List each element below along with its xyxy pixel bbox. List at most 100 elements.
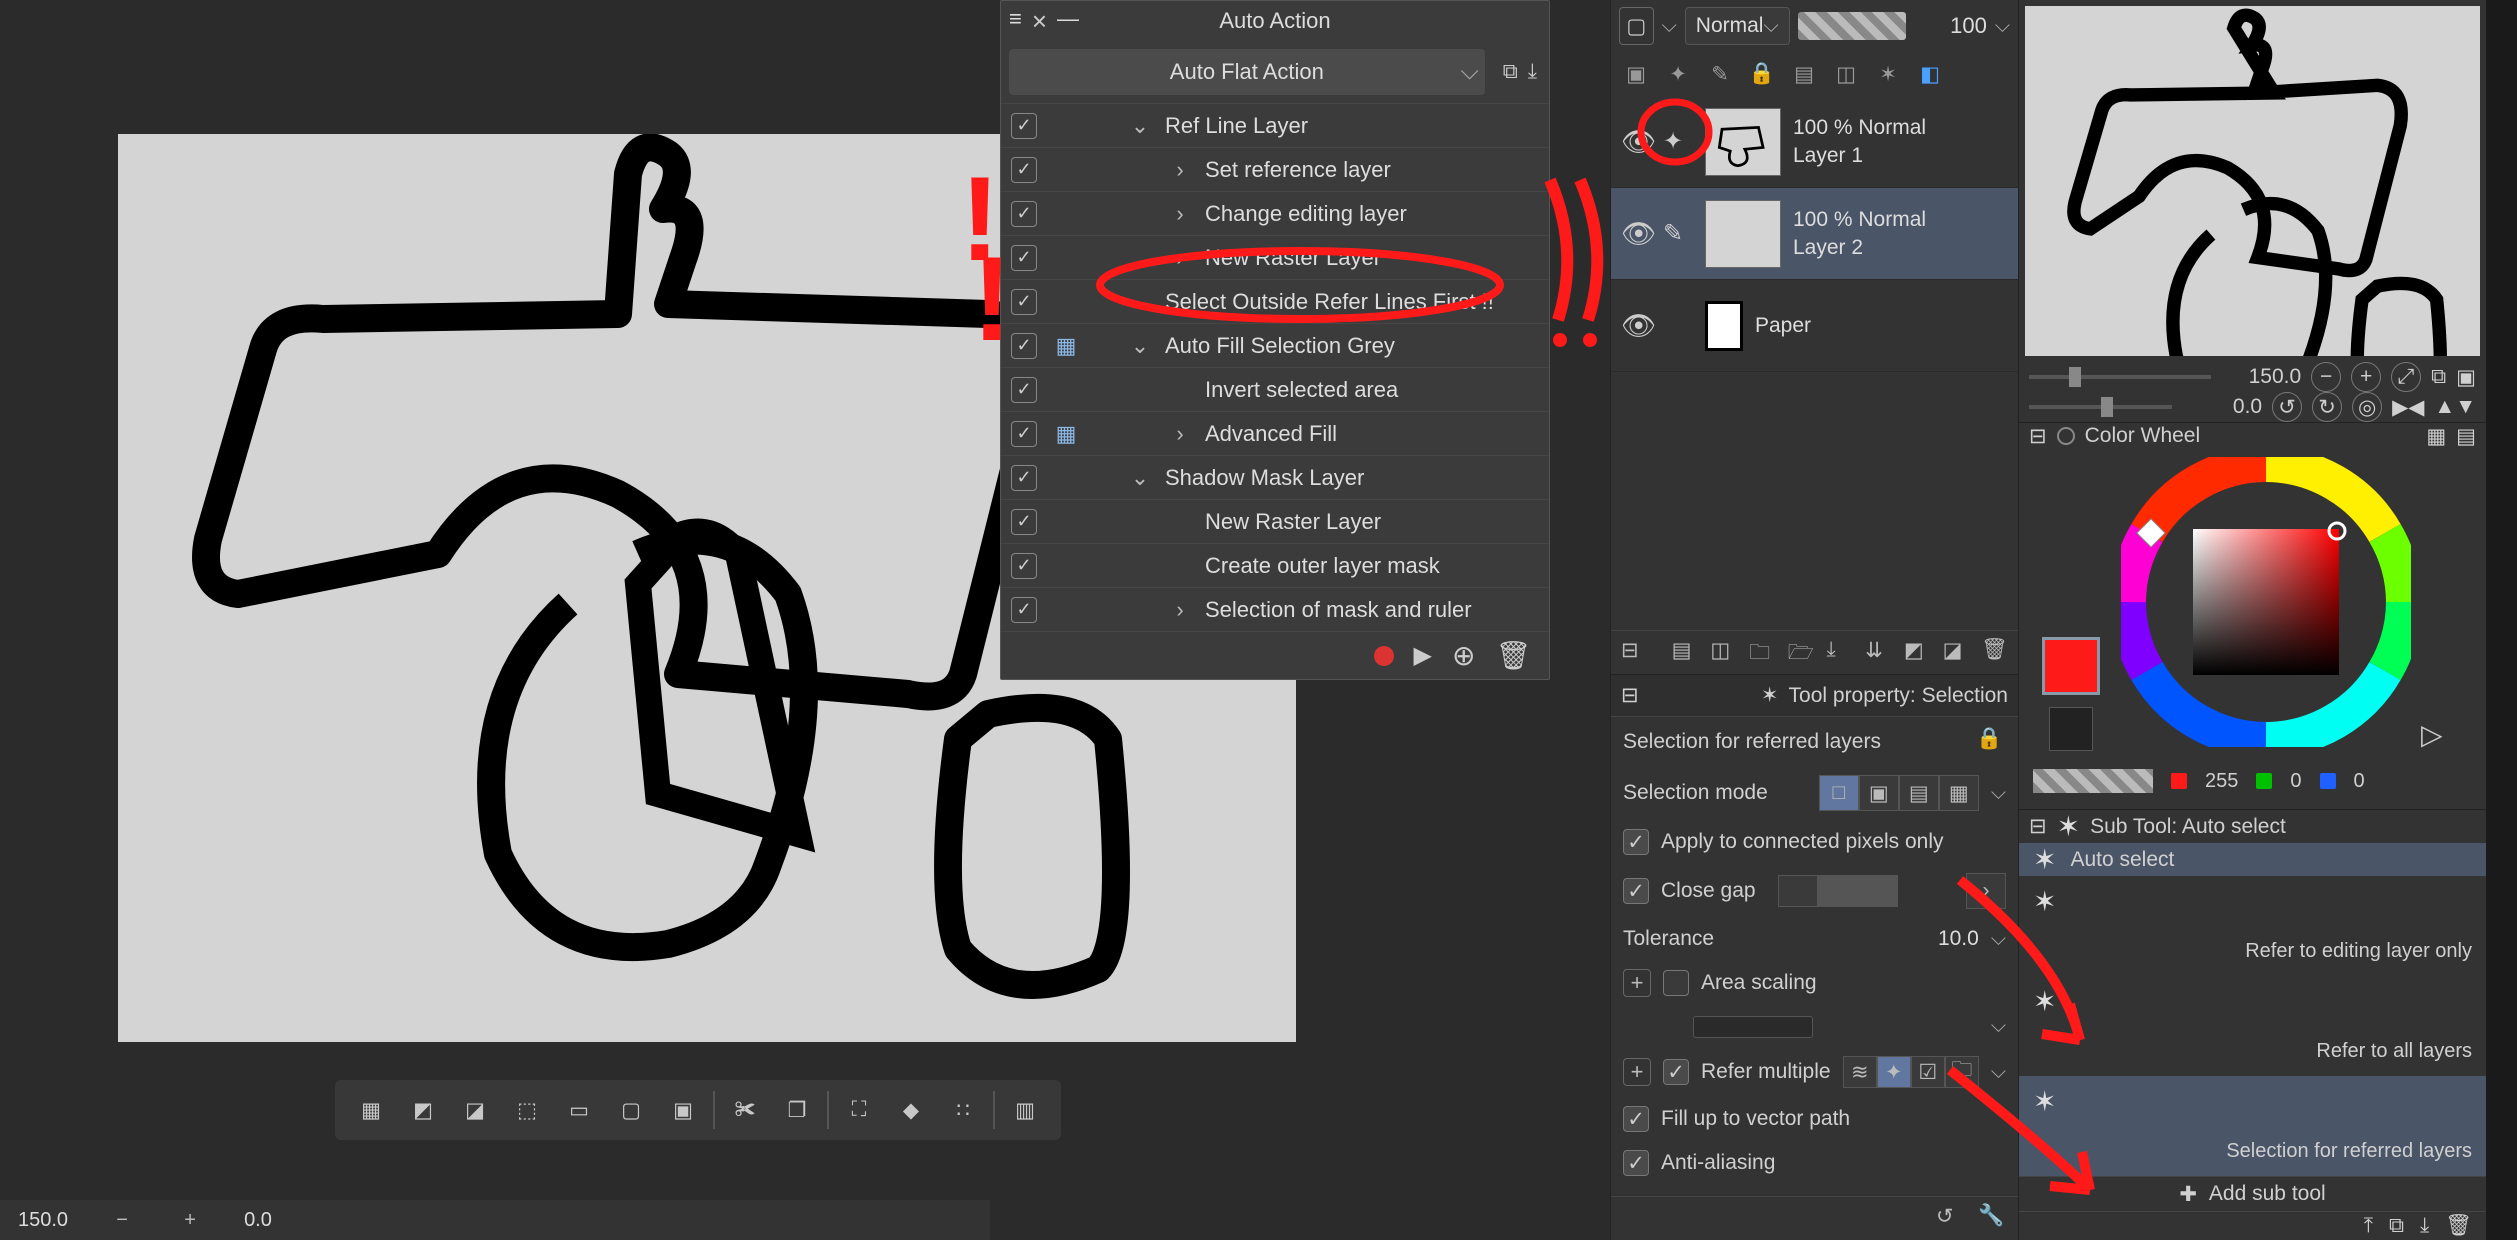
- anti-alias-checkbox[interactable]: ✓: [1623, 1150, 1649, 1176]
- chevron-right-icon[interactable]: ›: [1169, 157, 1191, 183]
- tone-icon[interactable]: ∷: [941, 1088, 985, 1132]
- shrink-selection-icon[interactable]: ▭: [557, 1088, 601, 1132]
- action-checkbox[interactable]: ✓: [1011, 201, 1037, 227]
- auto-action-panel[interactable]: ≡ × — Auto Action Auto Flat Action ⌵ ⧉ ⤓…: [1000, 0, 1550, 680]
- chevron-right-icon[interactable]: ›: [1169, 245, 1191, 271]
- color-wheel[interactable]: [2121, 457, 2411, 747]
- draft-icon[interactable]: ✎: [1705, 59, 1735, 89]
- sel-mode-inter[interactable]: ▦: [1939, 775, 1979, 811]
- ref-layer-icon[interactable]: ✦: [1663, 59, 1693, 89]
- invert-selection-icon[interactable]: ◩: [401, 1088, 445, 1132]
- opacity-slider[interactable]: [1798, 12, 1907, 40]
- refer-selected-icon[interactable]: ☑: [1911, 1056, 1945, 1088]
- flip-v-icon[interactable]: ▲▼: [2434, 395, 2476, 419]
- layer-row[interactable]: 👁✎100 % NormalLayer 2: [1611, 188, 2018, 280]
- delete-action-icon[interactable]: 🗑: [1495, 639, 1531, 672]
- auto-action-item[interactable]: ✓Create outer layer mask: [1001, 543, 1549, 587]
- action-checkbox[interactable]: ✓: [1011, 509, 1037, 535]
- zoom-fit-icon[interactable]: ⤢: [2391, 362, 2421, 392]
- visibility-icon[interactable]: 👁: [1621, 309, 1651, 342]
- zoom-out-button[interactable]: −: [108, 1206, 136, 1234]
- refer-all-icon[interactable]: ≋: [1843, 1056, 1877, 1088]
- visibility-icon[interactable]: 👁: [1621, 125, 1651, 158]
- visibility-icon[interactable]: 👁: [1621, 217, 1651, 250]
- gap-seg-0[interactable]: [1778, 875, 1818, 907]
- auto-action-titlebar[interactable]: ≡ × — Auto Action: [1001, 1, 1549, 41]
- zoom-slider[interactable]: [2029, 375, 2211, 379]
- sub-tool-item[interactable]: ✶: [2019, 876, 2486, 926]
- refer-stepper-icon[interactable]: ⌵: [1991, 1061, 2006, 1084]
- rotate-slider[interactable]: [2029, 405, 2172, 409]
- action-checkbox[interactable]: ✓: [1011, 333, 1037, 359]
- add-sub-tool-button[interactable]: ✚ Add sub tool: [2019, 1176, 2486, 1211]
- auto-action-item[interactable]: ✓›New Raster Layer: [1001, 235, 1549, 279]
- rotate-ccw-icon[interactable]: ↺: [2272, 392, 2302, 422]
- area-scaling-expand[interactable]: +: [1623, 969, 1651, 997]
- sel-mode-stepper-icon[interactable]: ⌵: [1991, 782, 2006, 805]
- action-checkbox[interactable]: ✓: [1011, 289, 1037, 315]
- property-options-icon[interactable]: 🔧: [1978, 1204, 2008, 1234]
- chevron-down-icon[interactable]: ⌄: [1129, 465, 1151, 491]
- zoom-in-icon[interactable]: +: [2351, 362, 2381, 392]
- subtool-export-icon[interactable]: ⤒: [2364, 1214, 2373, 1238]
- layer-list[interactable]: 👁✦100 % NormalLayer 1👁✎100 % NormalLayer…: [1611, 96, 2018, 372]
- chevron-right-icon[interactable]: ›: [1169, 597, 1191, 623]
- zoom-all-icon[interactable]: ▣: [2456, 365, 2476, 390]
- show-border-icon[interactable]: ◪: [453, 1088, 497, 1132]
- nav-zoom-value[interactable]: 150.0: [2221, 365, 2301, 389]
- refer-folder-icon[interactable]: 🗀: [1945, 1056, 1979, 1088]
- layer-color-icon[interactable]: ◧: [1915, 59, 1945, 89]
- action-checkbox[interactable]: ✓: [1011, 421, 1037, 447]
- action-checkbox[interactable]: ✓: [1011, 553, 1037, 579]
- rotate-cw-icon[interactable]: ↻: [2312, 392, 2342, 422]
- scale-icon[interactable]: ⛶: [837, 1088, 881, 1132]
- add-mask-icon[interactable]: ◩: [1904, 638, 1931, 668]
- auto-action-item[interactable]: ✓⌄Select Outside Refer Lines First !!: [1001, 279, 1549, 323]
- action-checkbox[interactable]: ✓: [1011, 113, 1037, 139]
- action-checkbox[interactable]: ✓: [1011, 465, 1037, 491]
- auto-action-list[interactable]: ✓⌄Ref Line Layer✓›Set reference layer✓›C…: [1001, 103, 1549, 631]
- action-checkbox[interactable]: ✓: [1011, 597, 1037, 623]
- sub-tool-item-label[interactable]: Refer to all layers: [2019, 1026, 2486, 1076]
- auto-action-item[interactable]: ✓›Selection of mask and ruler: [1001, 587, 1549, 631]
- transfer-down-icon[interactable]: ⤓: [1826, 638, 1853, 668]
- duplicate-set-icon[interactable]: ⧉: [1503, 60, 1518, 84]
- auto-action-item[interactable]: ✓▦⌄Auto Fill Selection Grey: [1001, 323, 1549, 367]
- tolerance-value[interactable]: 10.0: [1938, 927, 1979, 951]
- add-action-icon[interactable]: ⊕: [1452, 639, 1475, 672]
- copy-icon[interactable]: ❐: [775, 1088, 819, 1132]
- fill-vector-checkbox[interactable]: ✓: [1623, 1106, 1649, 1132]
- chevron-down-icon[interactable]: ⌄: [1129, 289, 1151, 315]
- auto-action-item[interactable]: ✓›Set reference layer: [1001, 147, 1549, 191]
- panel-options-icon[interactable]: ⊟: [1621, 683, 1639, 708]
- flip-h-icon[interactable]: ▶◀: [2392, 395, 2424, 420]
- auto-action-item[interactable]: ✓New Raster Layer: [1001, 499, 1549, 543]
- new-raster-layer-icon[interactable]: ▤: [1672, 638, 1699, 668]
- ruler-icon[interactable]: ◫: [1831, 59, 1861, 89]
- color-tab1-icon[interactable]: ▦: [2426, 424, 2446, 449]
- zoom-in-button[interactable]: +: [176, 1206, 204, 1234]
- panel-options-icon[interactable]: ⊟: [1621, 638, 1648, 668]
- new-folder-icon[interactable]: 🗀: [1749, 638, 1776, 668]
- chevron-down-icon[interactable]: ⌄: [1129, 113, 1151, 139]
- layer-thumbnail[interactable]: [1705, 200, 1781, 268]
- expand-selection-icon[interactable]: ⬚: [505, 1088, 549, 1132]
- deselect-icon[interactable]: ▦: [349, 1088, 393, 1132]
- auto-action-item[interactable]: ✓Invert selected area: [1001, 367, 1549, 411]
- zoom-out-icon[interactable]: −: [2311, 362, 2341, 392]
- delete-layer-icon[interactable]: 🗑: [1981, 638, 2008, 668]
- auto-action-item[interactable]: ✓⌄Shadow Mask Layer: [1001, 455, 1549, 499]
- clip-icon[interactable]: ▣: [1621, 59, 1651, 89]
- subtool-delete-icon[interactable]: 🗑: [2445, 1214, 2472, 1238]
- area-scaling-checkbox[interactable]: [1663, 970, 1689, 996]
- new-layer-icon[interactable]: ▥: [1003, 1088, 1047, 1132]
- color-play-icon[interactable]: ▷: [2421, 718, 2443, 751]
- tool-property-title[interactable]: ⊟ ✶ Tool property: Selection: [1611, 674, 2018, 716]
- refer-multiple-checkbox[interactable]: ✓: [1663, 1059, 1689, 1085]
- chevron-right-icon[interactable]: ›: [1169, 201, 1191, 227]
- panel-menu-icon[interactable]: ≡: [1009, 6, 1022, 37]
- layer-row[interactable]: 👁✦100 % NormalLayer 1: [1611, 96, 2018, 188]
- color-wheel-title[interactable]: ⊟ Color Wheel ▦ ▤: [2019, 422, 2486, 449]
- color-tab2-icon[interactable]: ▤: [2456, 424, 2476, 449]
- sub-tool-item-label[interactable]: Selection for referred layers: [2019, 1126, 2486, 1176]
